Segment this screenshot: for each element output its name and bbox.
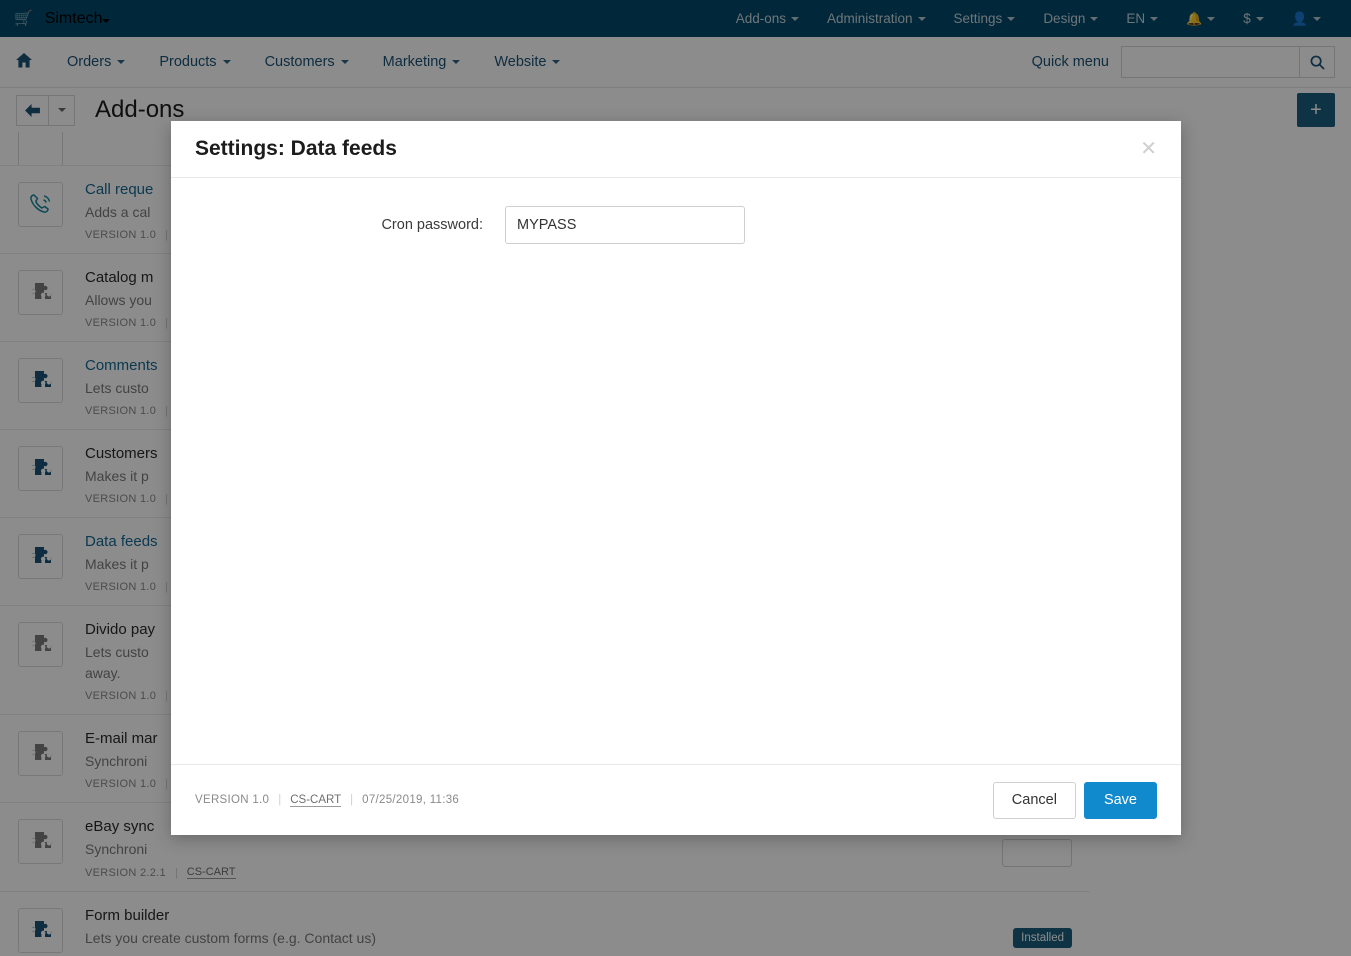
- modal-header: Settings: Data feeds ✕: [171, 121, 1181, 178]
- cron-password-label: Cron password:: [195, 217, 505, 233]
- app-root: 🛒 Simtech Add-ons Administration Setting…: [0, 0, 1351, 956]
- modal-version: VERSION 1.0: [195, 794, 269, 806]
- close-icon[interactable]: ✕: [1140, 139, 1157, 159]
- meta-separator: |: [278, 794, 281, 806]
- modal-footer-meta: VERSION 1.0 | CS-CART | 07/25/2019, 11:3…: [195, 794, 459, 807]
- modal-timestamp: 07/25/2019, 11:36: [362, 794, 459, 806]
- modal-title: Settings: Data feeds: [195, 137, 397, 161]
- meta-separator-2: |: [350, 794, 353, 806]
- cron-password-row: Cron password:: [195, 206, 1157, 244]
- modal-vendor[interactable]: CS-CART: [290, 794, 341, 807]
- cron-password-input[interactable]: [505, 206, 745, 244]
- modal-footer: VERSION 1.0 | CS-CART | 07/25/2019, 11:3…: [171, 764, 1181, 835]
- modal-body: Cron password:: [171, 178, 1181, 764]
- save-button[interactable]: Save: [1084, 782, 1157, 819]
- cancel-button[interactable]: Cancel: [993, 782, 1076, 819]
- modal-actions: Cancel Save: [993, 782, 1157, 819]
- settings-modal: Settings: Data feeds ✕ Cron password: VE…: [171, 121, 1181, 835]
